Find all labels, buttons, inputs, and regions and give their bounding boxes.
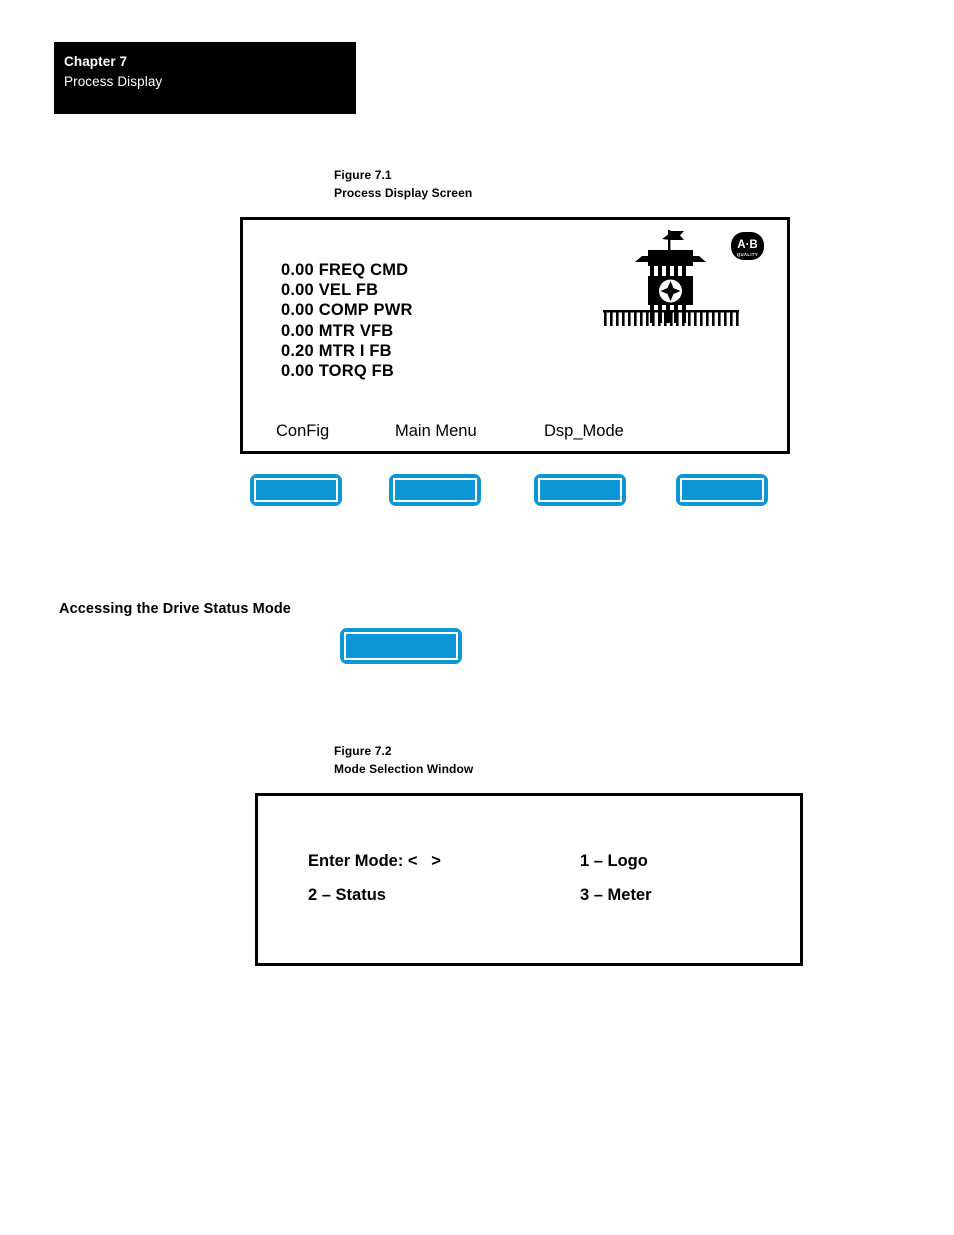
parameter-line: 0.00 COMP PWR [281, 301, 413, 320]
softkey-button-3-inner [538, 478, 622, 502]
softkey-label-row: ConFig Main Menu Dsp_Mode [243, 420, 787, 446]
mode-option-logo[interactable]: 1 – Logo [580, 850, 648, 872]
softkey-button-2[interactable] [389, 474, 481, 506]
mode-option-status[interactable]: 2 – Status [308, 884, 386, 906]
softkey-label-dsp-mode: Dsp_Mode [544, 422, 624, 440]
mode-selection-window: Enter Mode: < > 1 – Logo 2 – Status 3 – … [255, 793, 803, 966]
softkey-button-1[interactable] [250, 474, 342, 506]
mode-option-meter[interactable]: 3 – Meter [580, 884, 652, 906]
ab-badge-text: A·B [737, 239, 757, 251]
drive-status-mode-button[interactable] [340, 628, 462, 664]
softkey-button-2-inner [393, 478, 477, 502]
parameter-line: 0.20 MTR I FB [281, 341, 392, 360]
clock-tower-icon [598, 228, 743, 328]
softkey-label-main-menu: Main Menu [395, 422, 477, 440]
softkey-button-4[interactable] [676, 474, 768, 506]
process-display-screen: 0.00 FREQ CMD 0.00 VEL FB 0.00 COMP PWR … [240, 217, 790, 454]
figure-7-1-number: Figure 7.1 [334, 168, 392, 182]
parameter-list: 0.00 FREQ CMD 0.00 VEL FB 0.00 COMP PWR … [281, 260, 413, 381]
chapter-number: Chapter 7 [64, 54, 128, 69]
softkey-label-config: ConFig [276, 422, 330, 440]
figure-7-1-caption: Figure 7.1 Process Display Screen [334, 166, 472, 202]
chapter-header-block: Chapter 7 Process Display [54, 42, 356, 114]
chapter-title: Process Display [64, 74, 163, 89]
softkey-button-3[interactable] [534, 474, 626, 506]
figure-7-2-caption: Figure 7.2 Mode Selection Window [334, 742, 473, 778]
figure-7-1-title: Process Display Screen [334, 186, 473, 200]
drive-status-mode-button-inner [344, 632, 458, 660]
softkey-button-4-inner [680, 478, 764, 502]
parameter-line: 0.00 MTR VFB [281, 321, 394, 340]
figure-7-2-title: Mode Selection Window [334, 762, 474, 776]
allen-bradley-badge-icon: A·B QUALITY [730, 231, 765, 263]
figure-7-2-number: Figure 7.2 [334, 744, 392, 758]
parameter-line: 0.00 VEL FB [281, 281, 379, 300]
section-heading-accessing-drive-status-mode: Accessing the Drive Status Mode [59, 601, 291, 617]
softkey-button-1-inner [254, 478, 338, 502]
parameter-line: 0.00 TORQ FB [281, 362, 395, 381]
enter-mode-prompt[interactable]: Enter Mode: < > [308, 850, 441, 872]
ab-badge-subtext: QUALITY [737, 252, 758, 257]
parameter-line: 0.00 FREQ CMD [281, 261, 409, 279]
